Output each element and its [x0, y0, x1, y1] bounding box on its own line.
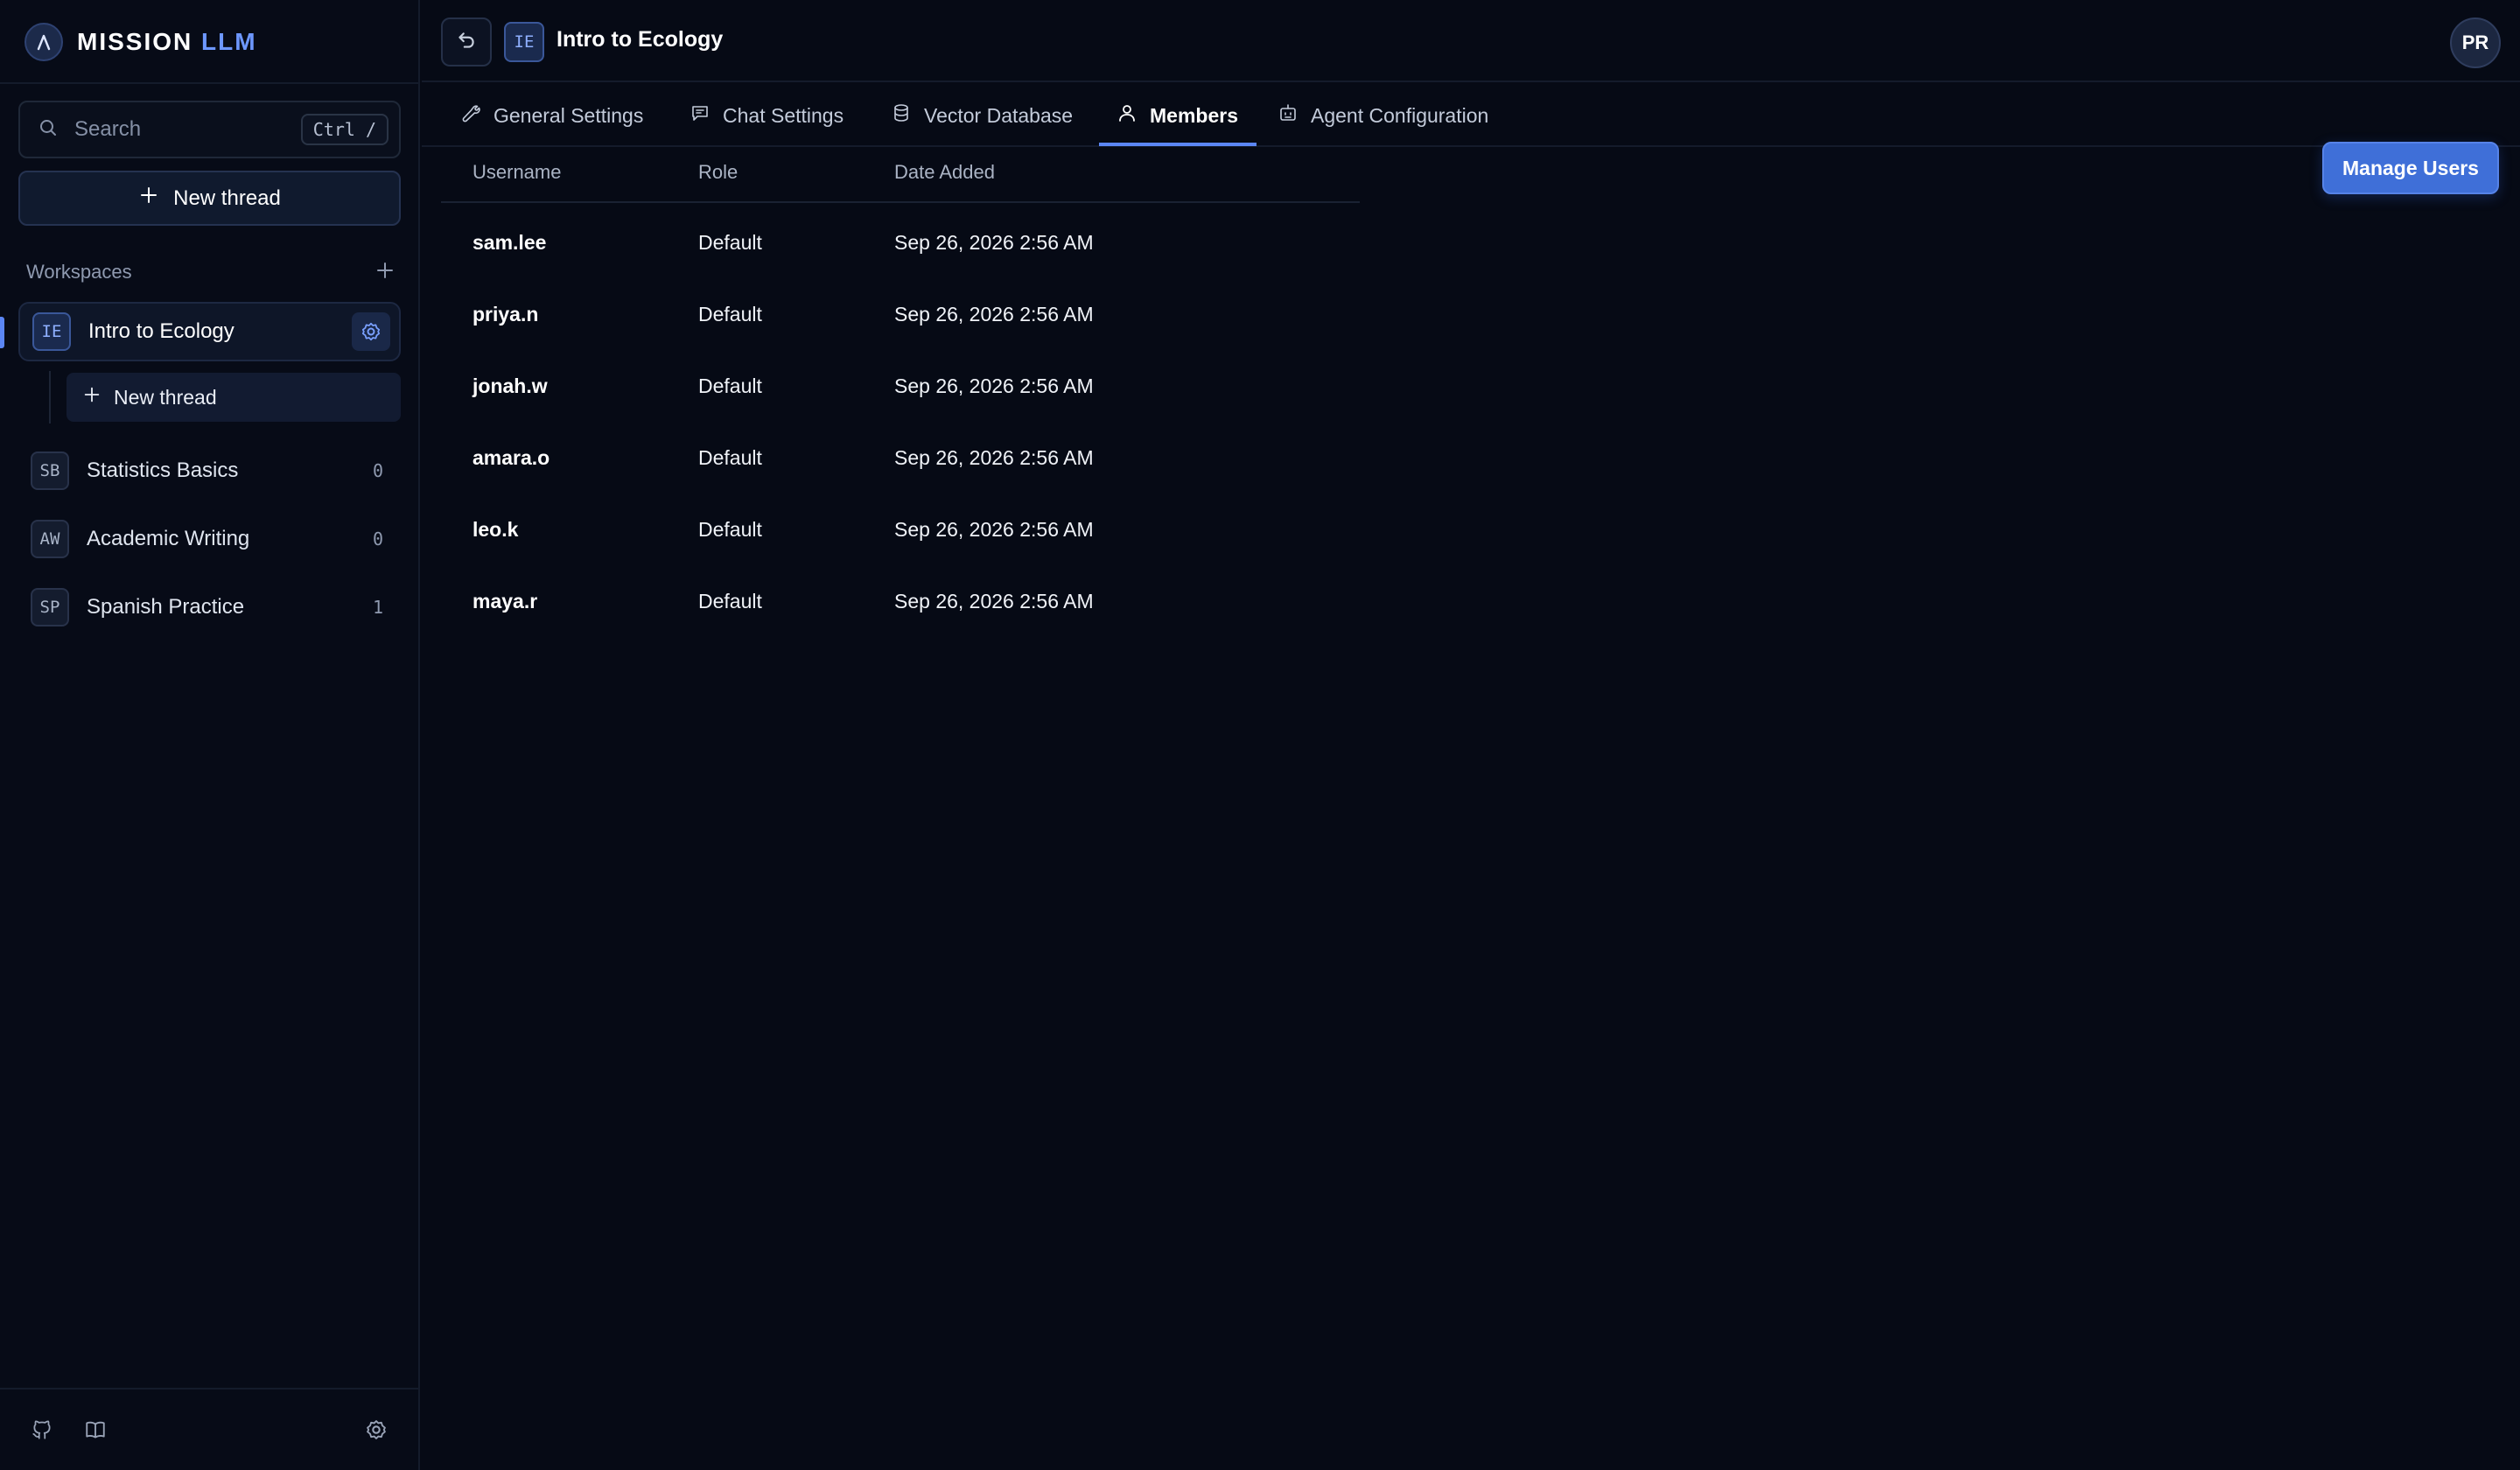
- database-icon: [891, 102, 912, 129]
- back-button[interactable]: [441, 18, 492, 66]
- member-date-added: Sep 26, 2026 2:56 AM: [894, 374, 1094, 397]
- search-shortcut: Ctrl /: [300, 114, 388, 145]
- workspace-badge: IE: [504, 22, 544, 62]
- member-role: Default: [698, 446, 762, 469]
- workspaces-header: Workspaces: [26, 259, 396, 285]
- workspace-item-statistics-basics[interactable]: SB Statistics Basics 0: [18, 441, 401, 500]
- workspace-settings-icon[interactable]: [352, 312, 390, 351]
- tab-label: Members: [1150, 103, 1238, 127]
- sidebar-divider: [0, 82, 420, 84]
- member-username: maya.r: [472, 590, 538, 612]
- column-header-date-added[interactable]: Date Added: [894, 161, 995, 184]
- wrench-icon: [460, 102, 481, 129]
- table-row[interactable]: maya.r Default Sep 26, 2026 2:56 AM: [441, 567, 1360, 639]
- member-role: Default: [698, 374, 762, 397]
- member-date-added: Sep 26, 2026 2:56 AM: [894, 590, 1094, 612]
- settings-tabs: General Settings Chat Settings Vector Da…: [422, 84, 2520, 147]
- user-avatar[interactable]: PR: [2450, 18, 2501, 68]
- column-header-role[interactable]: Role: [698, 161, 738, 184]
- workspace-badge: IE: [32, 312, 71, 351]
- thread-tree-line: [49, 371, 51, 424]
- top-bar: IE Intro to Ecology PR: [422, 0, 2520, 82]
- member-date-added: Sep 26, 2026 2:56 AM: [894, 231, 1094, 254]
- new-thread-button[interactable]: New thread: [18, 171, 401, 226]
- brand-name: MISSION LLM: [77, 28, 257, 56]
- tab-vector-database[interactable]: Vector Database: [891, 84, 1073, 147]
- workspace-badge: AW: [31, 520, 69, 558]
- brand-name-part1: MISSION: [77, 28, 193, 55]
- new-thread-label: New thread: [173, 186, 281, 210]
- tab-agent-configuration[interactable]: Agent Configuration: [1278, 84, 1488, 147]
- member-date-added: Sep 26, 2026 2:56 AM: [894, 518, 1094, 541]
- search-placeholder: Search: [74, 117, 142, 141]
- plus-icon: [138, 185, 159, 212]
- member-role: Default: [698, 518, 762, 541]
- undo-arrow-icon: [455, 29, 478, 56]
- workspace-thread-count: 0: [372, 528, 383, 550]
- workspace-item-spanish-practice[interactable]: SP Spanish Practice 1: [18, 578, 401, 637]
- app-root: MISSION LLM Search Ctrl / New thread Wor…: [0, 0, 2520, 1470]
- tab-general-settings[interactable]: General Settings: [460, 84, 643, 147]
- workspace-thread-count: 1: [372, 597, 383, 618]
- brand-name-part2: LLM: [201, 28, 257, 55]
- workspace-badge: SB: [31, 452, 69, 490]
- workspace-item-academic-writing[interactable]: AW Academic Writing 0: [18, 509, 401, 569]
- member-username: amara.o: [472, 446, 550, 469]
- workspaces-label: Workspaces: [26, 261, 132, 283]
- workspace-thread-count: 0: [372, 460, 383, 481]
- table-row[interactable]: leo.k Default Sep 26, 2026 2:56 AM: [441, 495, 1360, 567]
- search-input[interactable]: Search Ctrl /: [18, 101, 401, 158]
- add-workspace-icon[interactable]: [374, 260, 396, 285]
- active-tab-underline: [1099, 143, 1256, 146]
- table-row[interactable]: priya.n Default Sep 26, 2026 2:56 AM: [441, 280, 1360, 352]
- member-username: priya.n: [472, 303, 539, 326]
- sidebar: MISSION LLM Search Ctrl / New thread Wor…: [0, 0, 420, 1470]
- logo[interactable]: MISSION LLM: [24, 23, 257, 61]
- workspace-name: Statistics Basics: [87, 458, 239, 482]
- plus-icon: [82, 385, 102, 410]
- user-icon: [1116, 102, 1138, 129]
- members-table: Username Role Date Added sam.lee Default…: [441, 149, 1360, 639]
- tab-label: Chat Settings: [723, 103, 844, 127]
- workspace-new-thread-button[interactable]: New thread: [66, 373, 401, 422]
- active-workspace-indicator: [0, 317, 4, 348]
- member-role: Default: [698, 590, 762, 612]
- column-header-username[interactable]: Username: [472, 161, 561, 184]
- member-date-added: Sep 26, 2026 2:56 AM: [894, 303, 1094, 326]
- member-date-added: Sep 26, 2026 2:56 AM: [894, 446, 1094, 469]
- tab-label: Agent Configuration: [1311, 103, 1489, 127]
- workspace-name: Academic Writing: [87, 527, 250, 550]
- tab-chat-settings[interactable]: Chat Settings: [690, 84, 844, 147]
- tab-members[interactable]: Members: [1116, 84, 1238, 147]
- search-icon: [38, 117, 59, 143]
- book-icon[interactable]: [81, 1416, 109, 1444]
- tab-label: Vector Database: [924, 103, 1074, 127]
- settings-icon[interactable]: [362, 1416, 390, 1444]
- workspace-badge: SP: [31, 588, 69, 626]
- table-row[interactable]: sam.lee Default Sep 26, 2026 2:56 AM: [441, 208, 1360, 280]
- member-username: leo.k: [472, 518, 519, 541]
- workspace-new-thread-label: New thread: [114, 385, 217, 409]
- robot-icon: [1278, 102, 1298, 129]
- table-row[interactable]: jonah.w Default Sep 26, 2026 2:56 AM: [441, 352, 1360, 424]
- workspace-name: Spanish Practice: [87, 595, 245, 619]
- member-role: Default: [698, 303, 762, 326]
- logo-icon: [24, 23, 63, 61]
- workspace-title: Intro to Ecology: [556, 27, 724, 52]
- sidebar-footer-divider: [0, 1388, 420, 1390]
- table-row[interactable]: amara.o Default Sep 26, 2026 2:56 AM: [441, 424, 1360, 495]
- member-role: Default: [698, 231, 762, 254]
- manage-users-button[interactable]: Manage Users: [2322, 142, 2499, 194]
- chat-icon: [690, 102, 710, 129]
- tab-label: General Settings: [494, 103, 644, 127]
- table-header: Username Role Date Added: [441, 149, 1360, 203]
- member-username: sam.lee: [472, 231, 547, 254]
- member-username: jonah.w: [472, 374, 548, 397]
- github-icon[interactable]: [28, 1416, 56, 1444]
- workspace-name: Intro to Ecology: [88, 319, 234, 343]
- workspace-item-intro-to-ecology[interactable]: IE Intro to Ecology: [18, 302, 401, 361]
